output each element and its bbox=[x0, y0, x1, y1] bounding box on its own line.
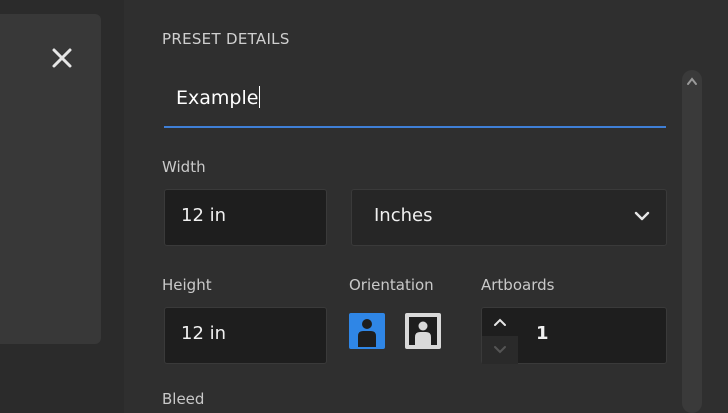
units-dropdown[interactable]: Inches bbox=[351, 189, 667, 246]
width-input[interactable]: 12 in bbox=[164, 189, 327, 246]
width-label: Width bbox=[162, 158, 206, 176]
landscape-orientation-button[interactable] bbox=[405, 313, 441, 349]
preset-details-panel: PRESET DETAILS Example Width 12 in Inche… bbox=[124, 0, 728, 413]
preset-name-value: Example bbox=[176, 87, 259, 109]
artboards-value: 1 bbox=[536, 323, 549, 344]
height-label: Height bbox=[162, 276, 212, 294]
chevron-up-icon bbox=[494, 318, 506, 326]
height-input[interactable]: 12 in bbox=[164, 307, 327, 364]
left-pane bbox=[0, 0, 124, 413]
step-down-button[interactable] bbox=[482, 336, 518, 364]
text-caret bbox=[259, 86, 261, 108]
step-up-button[interactable] bbox=[482, 308, 518, 336]
bleed-label: Bleed bbox=[162, 390, 205, 408]
scroll-up-icon bbox=[687, 77, 697, 85]
height-value: 12 in bbox=[181, 323, 227, 344]
portrait-orientation-button[interactable] bbox=[349, 313, 385, 349]
orientation-label: Orientation bbox=[349, 276, 434, 294]
landscape-orientation-icon bbox=[407, 315, 439, 347]
width-value: 12 in bbox=[181, 205, 227, 226]
units-selected: Inches bbox=[374, 205, 433, 226]
portrait-orientation-icon bbox=[351, 315, 383, 347]
chevron-down-icon bbox=[494, 346, 506, 354]
chevron-down-icon bbox=[634, 211, 650, 221]
section-title: PRESET DETAILS bbox=[162, 30, 290, 48]
artboards-stepper[interactable]: 1 bbox=[481, 307, 667, 364]
close-button[interactable] bbox=[48, 44, 76, 72]
close-icon bbox=[52, 48, 72, 68]
preset-name-value-wrap: Example bbox=[176, 86, 261, 109]
scrollbar[interactable] bbox=[682, 70, 702, 413]
preset-name-input[interactable]: Example bbox=[164, 70, 666, 128]
artboards-label: Artboards bbox=[481, 276, 555, 294]
